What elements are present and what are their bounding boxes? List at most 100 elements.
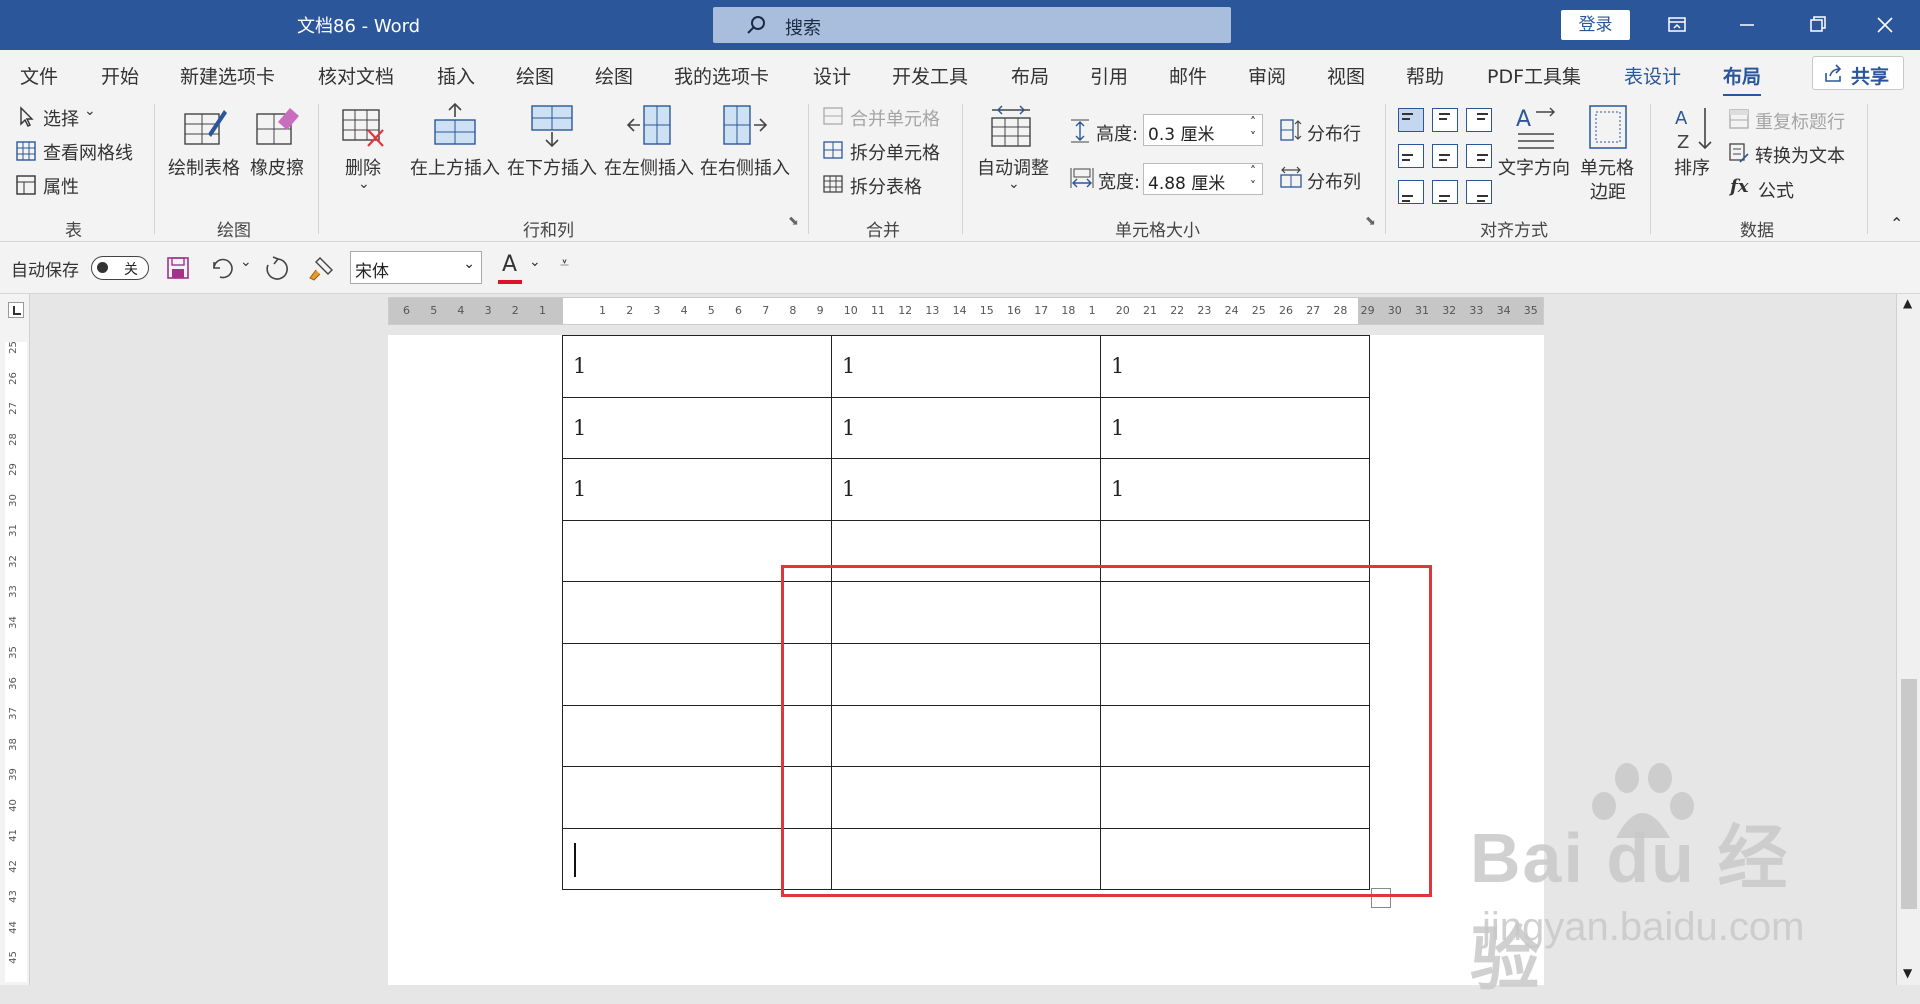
insert-above-button[interactable]: 在上方插入 [410, 154, 500, 180]
ruler-number: 33 [1469, 304, 1484, 317]
draw-table-button[interactable]: 绘制表格 [168, 154, 240, 180]
text-direction-button[interactable]: 文字方向 [1498, 154, 1570, 180]
group-label-table: 表 [65, 221, 82, 241]
align-cell-icon[interactable] [1466, 108, 1492, 132]
height-input[interactable]: 0.3 厘米 ˄ ˅ [1143, 114, 1263, 146]
scroll-up-icon[interactable]: ▲ [1903, 296, 1912, 310]
ribbon-display-icon[interactable] [1660, 8, 1694, 42]
table-cell[interactable]: 1 [831, 396, 1101, 460]
ruler-number: 37 [7, 707, 19, 720]
minimize-icon[interactable] [1730, 8, 1764, 42]
align-cell-icon[interactable] [1432, 108, 1458, 132]
table-cell[interactable]: 1 [831, 458, 1101, 521]
format-painter-icon[interactable] [308, 256, 334, 282]
cell-margins-button[interactable]: 单元格 [1580, 154, 1634, 180]
table-cell[interactable]: 1 [1100, 458, 1370, 521]
dialog-launcher-icon[interactable]: ⬊ [1365, 214, 1376, 229]
formula-button[interactable]: 公式 [1758, 177, 1794, 203]
tab-references[interactable]: 引用 [1090, 62, 1128, 89]
tab-review[interactable]: 审阅 [1248, 62, 1286, 89]
tab-developer[interactable]: 开发工具 [892, 62, 968, 89]
table-cell[interactable]: 1 [1100, 335, 1370, 398]
eraser-button[interactable]: 橡皮擦 [250, 154, 304, 180]
align-cell-icon[interactable] [1466, 180, 1492, 204]
window-title: 文档86 - Word [297, 16, 421, 37]
tab-file[interactable]: 文件 [20, 62, 58, 89]
tab-design[interactable]: 设计 [813, 62, 851, 89]
tab-mailings[interactable]: 邮件 [1169, 62, 1207, 89]
tab-my[interactable]: 我的选项卡 [674, 62, 769, 89]
save-icon[interactable] [166, 256, 190, 280]
align-cell-icon[interactable] [1432, 180, 1458, 204]
insert-below-button[interactable]: 在下方插入 [507, 154, 597, 180]
align-cell-icon[interactable] [1398, 108, 1424, 132]
table-cell[interactable]: 1 [831, 335, 1101, 398]
split-table-icon [823, 175, 843, 193]
distribute-columns-button[interactable]: 分布列 [1307, 168, 1361, 194]
font-select[interactable]: 宋体 ⌄ [350, 251, 482, 284]
table-cell[interactable]: 1 [562, 396, 832, 460]
autosave-toggle[interactable]: 关 [91, 256, 149, 280]
split-cells-button[interactable]: 拆分单元格 [850, 139, 940, 165]
tab-pdf[interactable]: PDF工具集 [1487, 62, 1581, 89]
tab-table-layout[interactable]: 布局 [1723, 62, 1762, 97]
spinner-icon[interactable]: ˄ ˅ [1250, 115, 1256, 145]
table-cell[interactable]: 1 [562, 335, 832, 398]
tab-layout[interactable]: 布局 [1011, 62, 1049, 89]
login-button[interactable]: 登录 [1561, 10, 1630, 40]
ruler-number: 14 [952, 304, 967, 317]
tab-new[interactable]: 新建选项卡 [180, 62, 275, 89]
scroll-down-icon[interactable]: ▼ [1903, 966, 1912, 980]
chevron-down-icon: ⌄ [358, 176, 370, 192]
tab-home[interactable]: 开始 [101, 62, 139, 89]
restore-icon[interactable] [1800, 8, 1834, 42]
customize-qat-icon[interactable]: ⩡ [560, 253, 569, 273]
split-table-button[interactable]: 拆分表格 [850, 173, 922, 199]
close-icon[interactable] [1868, 8, 1902, 42]
table-cell[interactable]: 1 [562, 458, 832, 521]
align-cell-icon[interactable] [1466, 144, 1492, 168]
share-button[interactable]: 共享 [1812, 56, 1904, 90]
font-color-icon[interactable]: A [502, 252, 517, 277]
collapse-ribbon-icon[interactable]: ⌃ [1890, 214, 1903, 233]
sort-button[interactable]: 排序 [1674, 154, 1710, 180]
redo-icon[interactable] [264, 256, 290, 282]
ruler-number: 26 [7, 371, 19, 385]
tab-selector-icon[interactable] [8, 302, 24, 318]
undo-dropdown-icon[interactable]: ⌄ [240, 254, 252, 270]
insert-right-icon [723, 105, 768, 145]
ruler-number: 45 [7, 951, 19, 964]
tab-draw-1[interactable]: 绘图 [516, 62, 554, 89]
tab-proofread[interactable]: 核对文档 [318, 62, 394, 89]
insert-right-button[interactable]: 在右侧插入 [700, 154, 790, 180]
undo-icon[interactable] [208, 256, 234, 280]
tab-help[interactable]: 帮助 [1406, 62, 1444, 89]
tab-view[interactable]: 视图 [1327, 62, 1365, 89]
width-input[interactable]: 4.88 厘米 ˄ ˅ [1143, 163, 1263, 195]
insert-left-button[interactable]: 在左侧插入 [604, 154, 694, 180]
font-color-dropdown-icon[interactable]: ⌄ [529, 254, 541, 270]
align-cell-icon[interactable] [1398, 180, 1424, 204]
search-box[interactable]: 搜索 [713, 7, 1231, 43]
vertical-scrollbar[interactable]: ▲ ▼ [1896, 294, 1920, 985]
scroll-thumb[interactable] [1901, 679, 1917, 909]
merge-cells-button[interactable]: 合并单元格 [850, 105, 940, 131]
tab-insert[interactable]: 插入 [437, 62, 475, 89]
gridlines-button[interactable]: 查看网格线 [43, 139, 133, 165]
tab-table-design[interactable]: 表设计 [1624, 62, 1681, 89]
align-cell-icon[interactable] [1432, 144, 1458, 168]
repeat-header-button[interactable]: 重复标题行 [1755, 108, 1845, 134]
ruler-number: 30 [1387, 304, 1402, 317]
spinner-icon[interactable]: ˄ ˅ [1250, 164, 1256, 194]
select-button[interactable]: 选择 [43, 105, 79, 131]
formula-icon: fx [1730, 176, 1749, 197]
tab-draw-2[interactable]: 绘图 [595, 62, 633, 89]
highlight-box [781, 565, 1432, 897]
table-row: 111 [562, 335, 1370, 398]
properties-button[interactable]: 属性 [43, 173, 79, 199]
distribute-rows-button[interactable]: 分布行 [1307, 120, 1361, 146]
table-cell[interactable]: 1 [1100, 396, 1370, 460]
dialog-launcher-icon[interactable]: ⬊ [788, 214, 799, 229]
align-cell-icon[interactable] [1398, 144, 1424, 168]
convert-to-text-button[interactable]: 转换为文本 [1755, 142, 1845, 168]
